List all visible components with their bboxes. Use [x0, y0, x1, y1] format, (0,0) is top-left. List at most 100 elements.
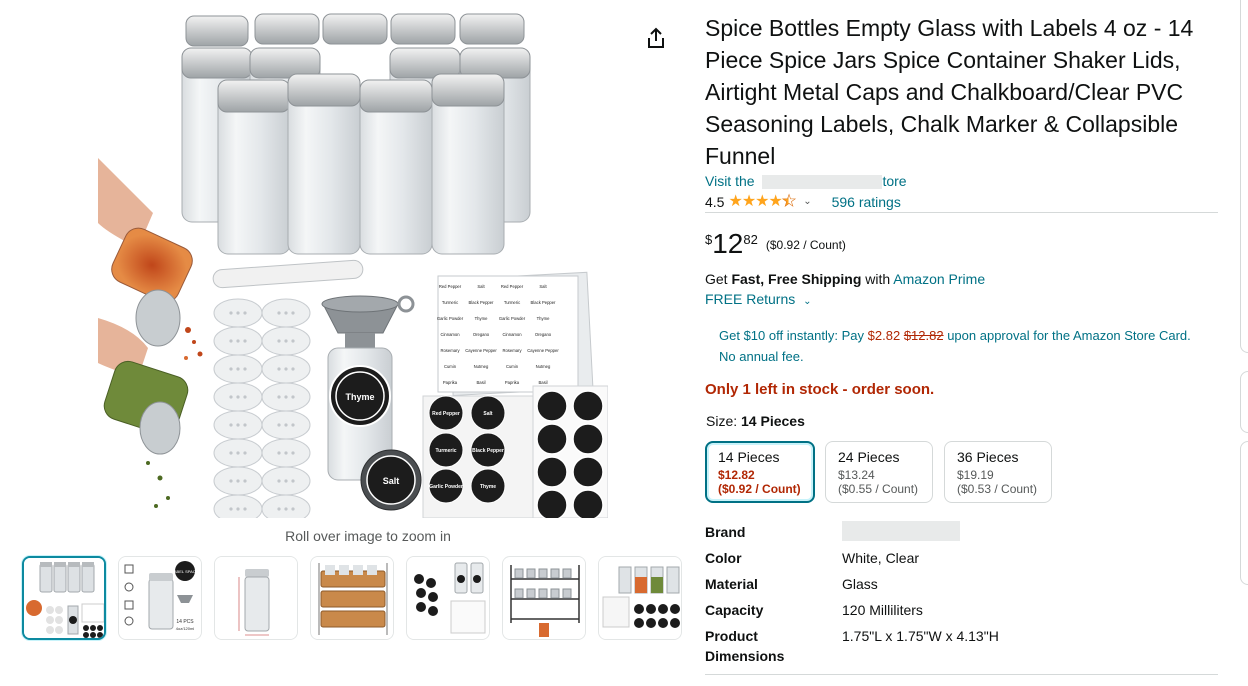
single-jar-dimensions-thumbnail [215, 557, 297, 639]
free-returns-label[interactable]: FREE Returns [705, 291, 795, 307]
shaker-hole [236, 311, 240, 315]
label-sheet-word: Oregano [473, 332, 490, 337]
price: $ 12 82 ($0.92 / Count) [705, 228, 846, 260]
label-sheet-word: Nutmeg [474, 364, 489, 369]
price-whole: 12 [712, 228, 744, 259]
shaker-hole [229, 395, 233, 399]
chalk-label-blank [572, 456, 604, 488]
shaker-hole [277, 423, 281, 427]
free-returns-link[interactable]: FREE Returns ⌄ [705, 291, 812, 307]
store-card-offer[interactable]: Get $10 off instantly: Pay $2.82 $12.82 … [719, 325, 1209, 367]
ratings-count-link[interactable]: 596 ratings [832, 194, 901, 210]
shaker-hole [243, 507, 247, 511]
size-option-price: $19.19 [957, 468, 994, 482]
label-sheet-word: Black Pepper [469, 300, 495, 305]
size-option-name: 24 Pieces [838, 449, 900, 465]
shaker-hole [243, 451, 247, 455]
spec-value: Glass [842, 576, 878, 592]
jar-back-row [185, 13, 525, 47]
shaker-hole [229, 479, 233, 483]
shipping-info: Get Fast, Free Shipping with Amazon Prim… [705, 271, 985, 287]
redacted-store-name [762, 175, 883, 190]
redacted-brand-block [842, 521, 960, 542]
shaker-hole [284, 479, 288, 483]
size-option-name: 36 Pieces [957, 449, 1019, 465]
shaker-hole [229, 311, 233, 315]
amazon-prime-link[interactable]: Amazon Prime [893, 271, 985, 287]
shaker-hole [243, 479, 247, 483]
shaker-hole [284, 311, 288, 315]
size-option-unit: ($0.53 / Count) [957, 482, 1038, 496]
chalk-label-blank [536, 390, 568, 422]
label-sheet-word: Rosemary [502, 348, 522, 353]
chalk-label-text: Thyme [480, 484, 496, 490]
shaker-hole [291, 507, 295, 511]
svg-text:4oz/120ml: 4oz/120ml [176, 626, 195, 631]
store-link-suffix[interactable]: tore [882, 173, 906, 189]
chevron-down-icon[interactable]: ⌄ [803, 296, 811, 307]
thumbnail-1[interactable] [22, 556, 106, 640]
label-sheet-word: Garlic Powder [499, 316, 526, 321]
chalk-label-blank [536, 423, 568, 455]
svg-text:14 PCS: 14 PCS [176, 619, 194, 625]
shaker-hole [236, 423, 240, 427]
thumbnail-5[interactable] [406, 556, 490, 640]
thumbnail-7[interactable] [598, 556, 682, 640]
shaker-hole [291, 311, 295, 315]
size-option-36[interactable]: 36 Pieces $19.19 ($0.53 / Count) [944, 441, 1052, 503]
card-offer-new-price: $2.82 [867, 328, 901, 343]
size-option-14[interactable]: 14 Pieces $12.82 ($0.92 / Count) [705, 441, 815, 503]
shipping-fast: Fast, Free Shipping [731, 271, 862, 287]
side-panel-edge [1240, 0, 1248, 353]
label-sheet-word: Basil [538, 380, 547, 385]
size-option-name: 14 Pieces [718, 449, 780, 465]
label-sheet-word: Cayenne Pepper [465, 348, 497, 353]
label-sheet-word: Cumin [506, 364, 519, 369]
shaker-hole [291, 479, 295, 483]
labels-and-jars-thumbnail [407, 557, 489, 639]
shaker-hole [284, 395, 288, 399]
spec-key: Capacity [705, 602, 764, 618]
rating-value: 4.5 [705, 193, 725, 210]
thumbnail-6[interactable] [502, 556, 586, 640]
star-rating-icon[interactable]: ★★★★★ [728, 193, 796, 210]
shaker-hole [243, 423, 247, 427]
label-sheet-word: Cinnamon [502, 332, 522, 337]
divider [705, 212, 1218, 213]
size-option-price: $13.24 [838, 468, 875, 482]
thumbnail-4[interactable] [310, 556, 394, 640]
chalk-label-blank [536, 489, 568, 518]
size-selected-value: 14 Pieces [741, 413, 805, 429]
zoom-hint: Roll over image to zoom in [285, 528, 451, 544]
shaker-hole [236, 479, 240, 483]
store-link[interactable]: Visit the tore [705, 173, 907, 190]
shaker-hole [243, 395, 247, 399]
shaker-hole [236, 395, 240, 399]
thumbnail-2[interactable]: LABEL SPACE 14 PCS 4oz/120ml [118, 556, 202, 640]
label-sheet-word: Thyme [537, 316, 550, 321]
side-panel-edge [1240, 371, 1248, 433]
store-link-prefix[interactable]: Visit the [705, 173, 755, 189]
label-sheet-word: Turmeric [442, 300, 458, 305]
size-option-price: $12.82 [718, 468, 755, 482]
share-icon[interactable] [644, 26, 668, 50]
label-sheet-word: Nutmeg [536, 364, 551, 369]
spec-value: 1.75"L x 1.75"W x 4.13"H [842, 628, 999, 644]
chalk-marker [212, 259, 364, 289]
label-sheet-word: Red Pepper [501, 284, 524, 289]
label-sheet-word: Oregano [535, 332, 552, 337]
shaker-hole [291, 339, 295, 343]
clear-label-sheets: Red Pepper Salt Red Pepper Salt Turmeric Blac… [437, 271, 594, 397]
shaker-hole [243, 339, 247, 343]
thumbnail-3[interactable] [214, 556, 298, 640]
label-sheet-word: Garlic Powder [437, 316, 464, 321]
rating-row: 4.5 ★★★★★ ⌄ 596 ratings [705, 193, 901, 210]
main-product-image[interactable]: Thyme Salt Red Pepper Salt Red Pepper Salt T… [98, 8, 608, 518]
chevron-down-icon[interactable]: ⌄ [803, 196, 811, 207]
size-option-24[interactable]: 24 Pieces $13.24 ($0.55 / Count) [825, 441, 933, 503]
shaker-hole [243, 367, 247, 371]
shaker-hole [229, 339, 233, 343]
spec-value-brand-redacted [842, 521, 960, 542]
shaker-hole [277, 311, 281, 315]
shaker-lids-grid [213, 298, 311, 518]
